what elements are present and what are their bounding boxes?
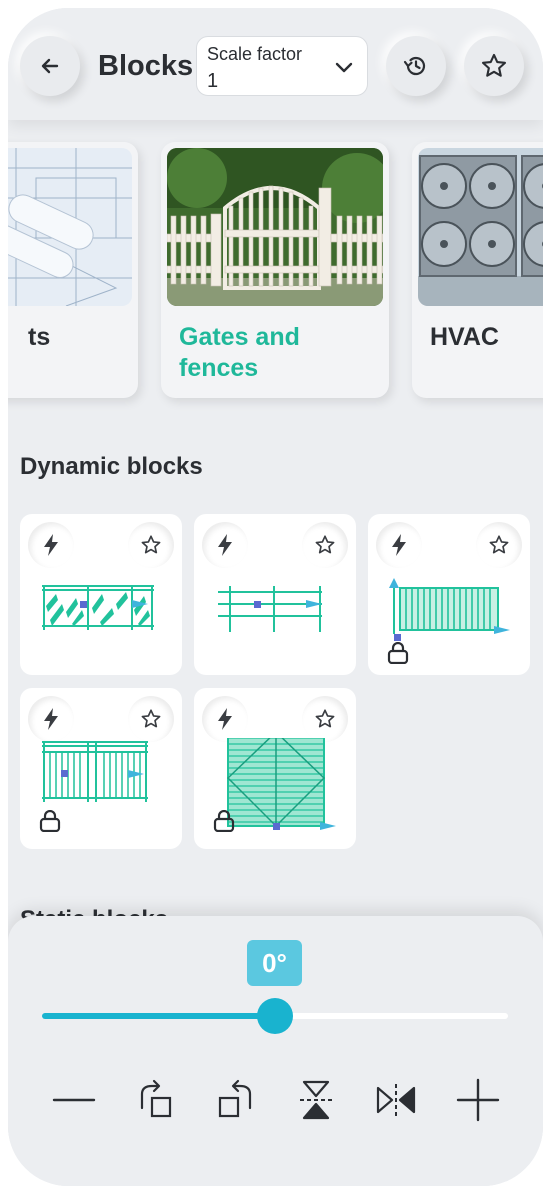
- line-icon: [52, 1098, 96, 1102]
- star-icon[interactable]: [476, 522, 522, 568]
- star-icon[interactable]: [302, 696, 348, 742]
- plus-icon: [456, 1078, 500, 1122]
- bolt-icon[interactable]: [202, 696, 248, 742]
- bolt-icon[interactable]: [28, 522, 74, 568]
- star-icon: [481, 53, 507, 77]
- category-card-gates[interactable]: Gates and fences: [161, 142, 389, 398]
- rotation-angle-badge: 0°: [247, 940, 302, 986]
- block-card[interactable]: [194, 514, 356, 675]
- lock-icon: [387, 642, 409, 664]
- arrow-left-icon: [41, 58, 59, 74]
- category-label: HVAC: [430, 323, 499, 351]
- page-title: Blocks: [98, 50, 194, 82]
- bolt-icon[interactable]: [202, 522, 248, 568]
- category-card-1[interactable]: ts: [8, 142, 138, 398]
- add-button[interactable]: [452, 1074, 504, 1126]
- flip-horizontal-icon: [376, 1084, 416, 1116]
- rotate-right-button[interactable]: [130, 1074, 182, 1126]
- blueprint-image: [8, 148, 132, 306]
- dynamic-blocks-title: Dynamic blocks: [20, 453, 203, 480]
- top-bar: Blocks Scale factor 1: [8, 8, 543, 120]
- rail-fence-drawing: [218, 586, 322, 632]
- star-icon[interactable]: [128, 696, 174, 742]
- line-tool-button[interactable]: [48, 1074, 100, 1126]
- rotate-left-button[interactable]: [210, 1074, 262, 1126]
- block-card[interactable]: [368, 514, 530, 675]
- history-button[interactable]: [386, 36, 446, 96]
- rotate-right-icon: [140, 1079, 172, 1118]
- block-card[interactable]: [20, 688, 182, 849]
- transform-panel: 0°: [8, 916, 543, 1186]
- star-icon[interactable]: [302, 522, 348, 568]
- app-screen: ts Gates and fences HVAC Dynamic blocks …: [8, 8, 543, 1186]
- hvac-image: [418, 148, 543, 306]
- rotation-slider-fill: [42, 1013, 275, 1019]
- lock-icon: [39, 810, 61, 832]
- flip-horizontal-button[interactable]: [370, 1074, 422, 1126]
- block-card[interactable]: [20, 514, 182, 675]
- category-card-hvac[interactable]: HVAC: [412, 142, 543, 398]
- rotate-left-icon: [218, 1079, 252, 1118]
- scale-factor-label: Scale factor: [207, 44, 303, 64]
- glass-railing-drawing: [42, 585, 154, 630]
- star-icon[interactable]: [128, 522, 174, 568]
- category-label: ts: [28, 323, 51, 351]
- history-icon: [403, 56, 426, 76]
- lock-icon: [213, 810, 235, 832]
- block-card[interactable]: [194, 688, 356, 849]
- scale-factor-value: 1: [207, 70, 219, 92]
- flip-vertical-button[interactable]: [290, 1074, 342, 1126]
- back-button[interactable]: [20, 36, 80, 96]
- category-label: Gates and fences: [179, 323, 300, 382]
- bolt-icon[interactable]: [376, 522, 422, 568]
- bolt-icon[interactable]: [28, 696, 74, 742]
- rotation-slider-thumb[interactable]: [257, 998, 293, 1034]
- flip-vertical-icon: [300, 1080, 332, 1120]
- favorites-button[interactable]: [464, 36, 524, 96]
- scale-factor-select[interactable]: Scale factor 1: [196, 36, 368, 96]
- chevron-down-icon: [335, 62, 353, 73]
- gate-image: [167, 148, 383, 306]
